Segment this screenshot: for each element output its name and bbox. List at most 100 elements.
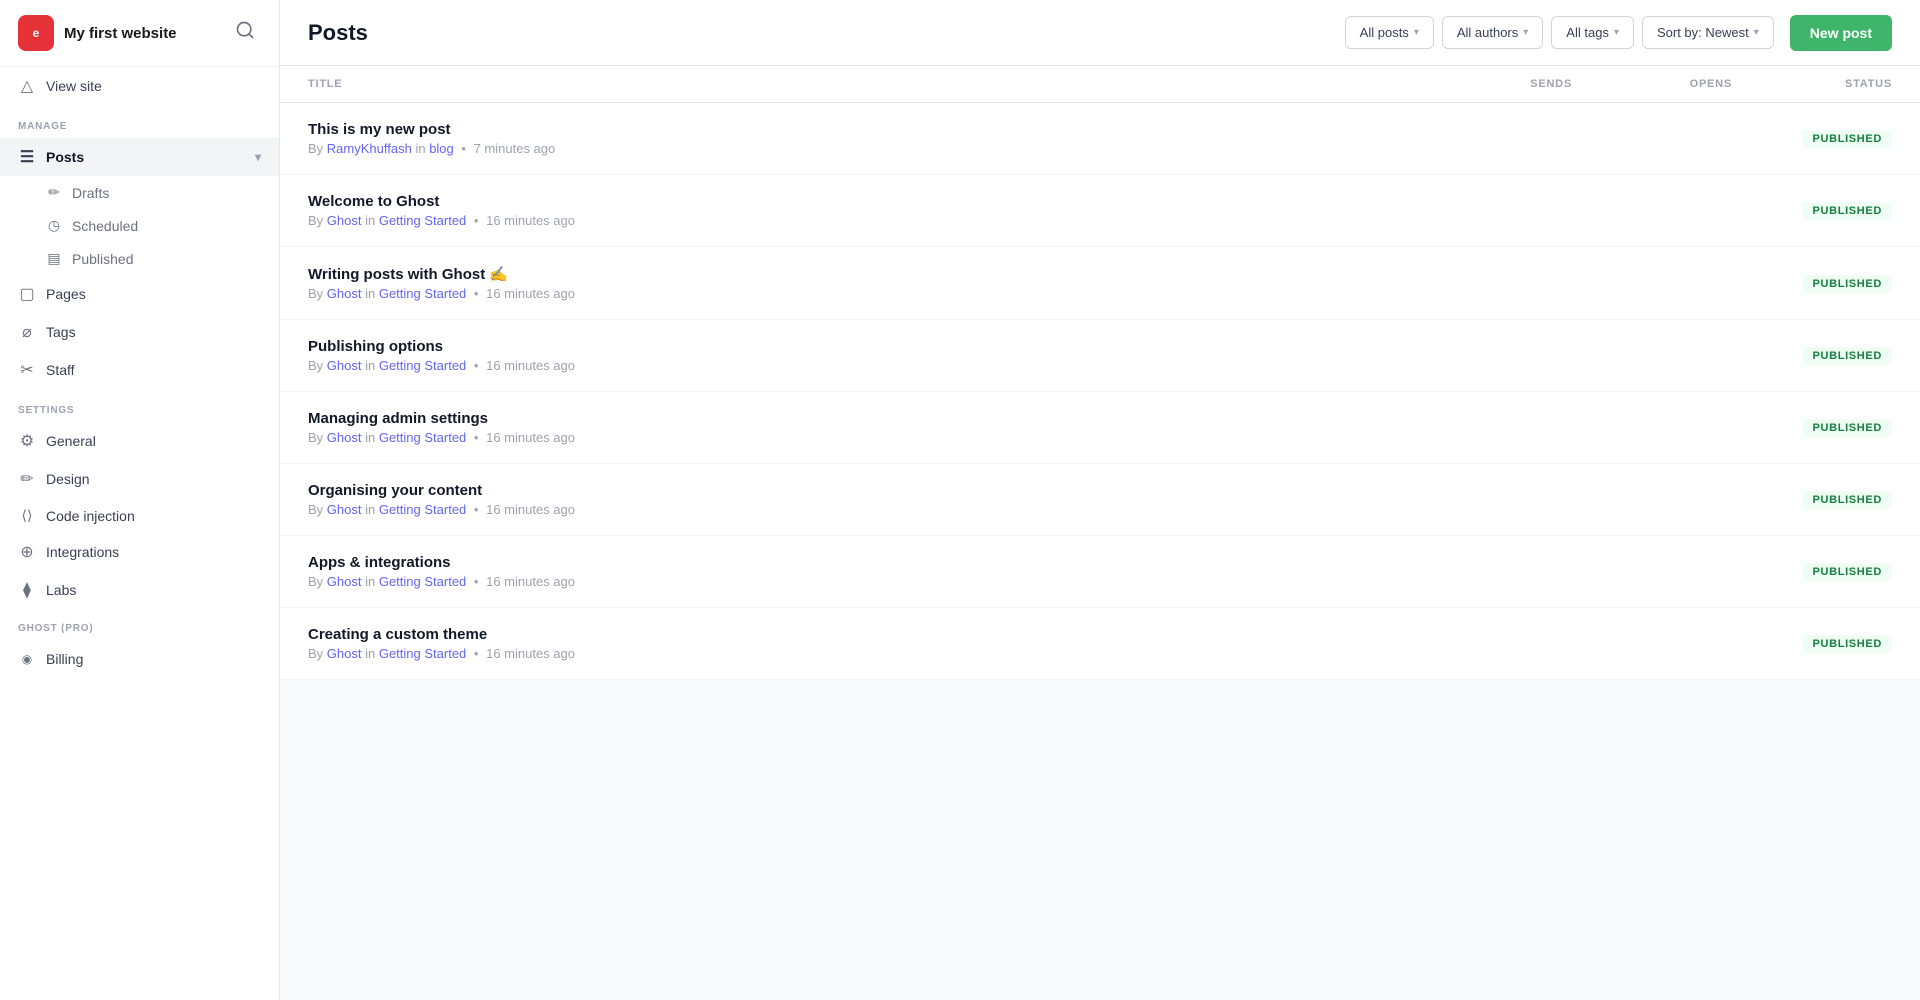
post-dot: • [474, 213, 479, 228]
all-authors-filter[interactable]: All authors ▾ [1442, 16, 1543, 49]
view-site-label: View site [46, 78, 102, 94]
post-time: 16 minutes ago [486, 502, 575, 517]
header-opens: OPENS [1572, 78, 1732, 90]
post-meta: By Ghost in Getting Started • 16 minutes… [308, 502, 1412, 517]
posts-label: Posts [46, 149, 84, 165]
post-author: Ghost [327, 213, 362, 228]
post-status-cell: PUBLISHED [1732, 490, 1892, 509]
post-tag: Getting Started [379, 430, 466, 445]
all-posts-filter[interactable]: All posts ▾ [1345, 16, 1434, 49]
all-authors-label: All authors [1457, 25, 1518, 40]
chevron-down-icon: ▾ [1614, 27, 1619, 38]
post-info: Managing admin settings By Ghost in Gett… [308, 410, 1412, 445]
chevron-down-icon: ▾ [1523, 27, 1528, 38]
post-author: Ghost [327, 646, 362, 661]
post-time: 16 minutes ago [486, 286, 575, 301]
post-title: This is my new post [308, 121, 1412, 138]
sidebar-header: e My first website [0, 0, 279, 67]
staff-label: Staff [46, 362, 75, 378]
post-status-cell: PUBLISHED [1732, 201, 1892, 220]
chevron-down-icon: ▾ [1414, 27, 1419, 38]
sort-filter[interactable]: Sort by: Newest ▾ [1642, 16, 1774, 49]
post-tag: Getting Started [379, 646, 466, 661]
post-title: Writing posts with Ghost ✍️ [308, 265, 1412, 283]
sidebar-item-code-injection[interactable]: ⟨⟩ Code injection [0, 498, 279, 533]
search-button[interactable] [229, 14, 261, 52]
post-row[interactable]: Apps & integrations By Ghost in Getting … [280, 536, 1920, 608]
integrations-icon: ⊕ [18, 542, 36, 562]
post-in: in [365, 213, 379, 228]
labs-label: Labs [46, 582, 76, 598]
all-tags-filter[interactable]: All tags ▾ [1551, 16, 1634, 49]
post-author: Ghost [327, 502, 362, 517]
filter-bar: All posts ▾ All authors ▾ All tags ▾ Sor… [1345, 16, 1774, 49]
tag-icon: ⌀ [18, 322, 36, 342]
published-icon: ▤ [46, 250, 62, 267]
post-row[interactable]: Creating a custom theme By Ghost in Gett… [280, 608, 1920, 680]
post-time: 16 minutes ago [486, 646, 575, 661]
post-meta: By Ghost in Getting Started • 16 minutes… [308, 574, 1412, 589]
post-status-cell: PUBLISHED [1732, 129, 1892, 148]
post-row[interactable]: Writing posts with Ghost ✍️ By Ghost in … [280, 247, 1920, 320]
new-post-button[interactable]: New post [1790, 15, 1892, 51]
post-status-cell: PUBLISHED [1732, 562, 1892, 581]
scheduled-label: Scheduled [72, 218, 138, 234]
post-meta: By RamyKhuffash in blog • 7 minutes ago [308, 141, 1412, 156]
design-icon: ✏ [18, 469, 36, 489]
sidebar-item-published[interactable]: ▤ Published [0, 242, 279, 275]
post-in: in [365, 646, 379, 661]
sidebar-item-design[interactable]: ✏ Design [0, 460, 279, 498]
post-time: 16 minutes ago [486, 430, 575, 445]
post-time: 7 minutes ago [474, 141, 556, 156]
post-author: Ghost [327, 358, 362, 373]
site-name-text: My first website [64, 25, 177, 42]
table-header: TITLE SENDS OPENS STATUS [280, 66, 1920, 103]
sidebar-item-billing[interactable]: ◉ Billing [0, 642, 279, 676]
post-tag: Getting Started [379, 213, 466, 228]
post-row[interactable]: Organising your content By Ghost in Gett… [280, 464, 1920, 536]
sidebar-item-integrations[interactable]: ⊕ Integrations [0, 533, 279, 571]
content-area: TITLE SENDS OPENS STATUS This is my new … [280, 66, 1920, 1000]
sidebar-item-view-site[interactable]: △ View site [0, 67, 279, 105]
post-tag: blog [429, 141, 454, 156]
sidebar-item-general[interactable]: ⚙ General [0, 422, 279, 460]
sidebar-item-tags[interactable]: ⌀ Tags [0, 313, 279, 351]
general-label: General [46, 433, 96, 449]
sidebar-item-posts[interactable]: ☰ Posts ▾ [0, 138, 279, 176]
post-info: Writing posts with Ghost ✍️ By Ghost in … [308, 265, 1412, 301]
post-row[interactable]: This is my new post By RamyKhuffash in b… [280, 103, 1920, 175]
post-by: By [308, 286, 327, 301]
clock-icon: ◷ [46, 217, 62, 234]
site-logo[interactable]: e [18, 15, 54, 51]
billing-icon: ◉ [18, 652, 36, 666]
post-author: Ghost [327, 286, 362, 301]
post-title: Organising your content [308, 482, 1412, 499]
post-row[interactable]: Publishing options By Ghost in Getting S… [280, 320, 1920, 392]
post-meta: By Ghost in Getting Started • 16 minutes… [308, 358, 1412, 373]
sidebar-item-drafts[interactable]: ✏ Drafts [0, 176, 279, 209]
design-label: Design [46, 471, 90, 487]
ghost-pro-label: GHOST (PRO) [0, 609, 279, 642]
header-sends: SENDS [1412, 78, 1572, 90]
post-info: Organising your content By Ghost in Gett… [308, 482, 1412, 517]
post-row[interactable]: Managing admin settings By Ghost in Gett… [280, 392, 1920, 464]
post-in: in [365, 358, 379, 373]
status-badge: PUBLISHED [1802, 635, 1892, 653]
posts-table: TITLE SENDS OPENS STATUS This is my new … [280, 66, 1920, 680]
page-title: Posts [308, 20, 1329, 46]
post-title: Creating a custom theme [308, 626, 1412, 643]
posts-list: This is my new post By RamyKhuffash in b… [280, 103, 1920, 680]
sidebar-item-pages[interactable]: ▢ Pages [0, 275, 279, 313]
gear-icon: ⚙ [18, 431, 36, 451]
sidebar-item-scheduled[interactable]: ◷ Scheduled [0, 209, 279, 242]
billing-label: Billing [46, 651, 83, 667]
chevron-down-icon: ▾ [1754, 27, 1759, 38]
sidebar-item-staff[interactable]: ✂ Staff [0, 351, 279, 389]
post-row[interactable]: Welcome to Ghost By Ghost in Getting Sta… [280, 175, 1920, 247]
sidebar-item-labs[interactable]: ⧫ Labs [0, 571, 279, 609]
post-dot: • [474, 502, 479, 517]
code-icon: ⟨⟩ [18, 507, 36, 524]
post-meta: By Ghost in Getting Started • 16 minutes… [308, 213, 1412, 228]
all-tags-label: All tags [1566, 25, 1609, 40]
post-info: Creating a custom theme By Ghost in Gett… [308, 626, 1412, 661]
